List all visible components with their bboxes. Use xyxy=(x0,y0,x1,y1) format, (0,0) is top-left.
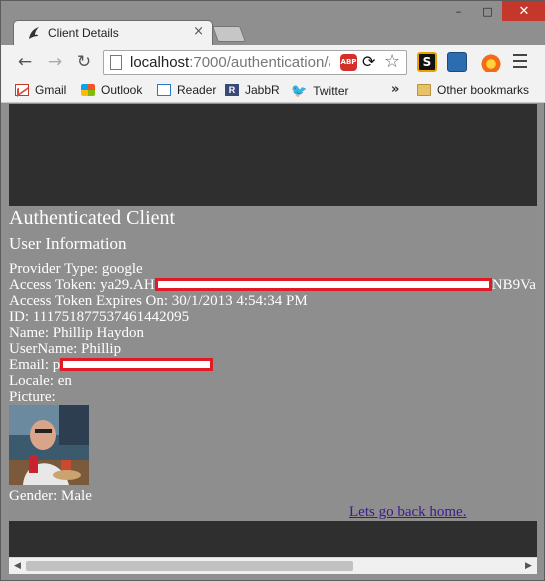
address-bar[interactable]: localhost:7000/authentication/a ABP ⟳ ☆ xyxy=(103,50,407,75)
reload-button[interactable]: ↻ xyxy=(74,52,94,72)
bookmark-label: JabbR xyxy=(245,83,280,97)
other-bookmarks-label: Other bookmarks xyxy=(437,83,530,97)
page-title: Authenticated Client xyxy=(9,207,176,229)
url-path: :7000/authentication/a xyxy=(189,54,330,71)
bookmark-gmail[interactable]: Gmail xyxy=(15,83,66,97)
tab-strip: Client Details × – □ ✕ xyxy=(1,1,545,46)
window-controls: – □ ✕ xyxy=(444,1,545,21)
footer-band xyxy=(9,521,537,557)
picture-label: Picture: xyxy=(9,389,56,405)
url-text: localhost:7000/authentication/a xyxy=(130,54,330,71)
tab-close-icon[interactable]: × xyxy=(193,24,204,39)
new-tab-button[interactable] xyxy=(212,26,246,42)
page-icon xyxy=(110,55,122,70)
access-token: Access Token: ya29.AH NB9Va xyxy=(9,277,536,293)
fire-extension-icon[interactable] xyxy=(481,52,501,72)
close-window-button[interactable]: ✕ xyxy=(502,1,545,21)
redaction-bar xyxy=(60,358,214,371)
bookmarks-bar: Gmail Outlook Reader R JabbR 🐦 Twitter »… xyxy=(1,79,545,103)
bookmark-label: Twitter xyxy=(313,84,349,98)
header-banner xyxy=(9,104,537,206)
adblock-icon[interactable]: ABP xyxy=(340,54,357,71)
forward-button[interactable]: → xyxy=(45,52,65,72)
maximize-button[interactable]: □ xyxy=(473,1,502,21)
bookmark-twitter[interactable]: 🐦 Twitter xyxy=(291,83,349,99)
sync-extension-icon[interactable]: ⟳ xyxy=(362,52,375,71)
browser-toolbar: ← → ↻ localhost:7000/authentication/a AB… xyxy=(1,45,545,79)
bookmark-star-icon[interactable]: ☆ xyxy=(384,51,400,72)
browser-window: Client Details × – □ ✕ ← → ↻ localhost:7… xyxy=(0,0,545,581)
user-username: UserName: Phillip xyxy=(9,341,122,357)
access-token-suffix: NB9Va xyxy=(491,277,536,293)
folder-icon xyxy=(417,84,431,96)
access-token-prefix: Access Token: ya29.AH xyxy=(9,277,155,293)
email-prefix: Email: p xyxy=(9,357,61,373)
user-gender: Gender: Male xyxy=(9,488,92,504)
screen-extension-icon[interactable] xyxy=(447,52,467,72)
tab-client-details[interactable]: Client Details × xyxy=(13,20,213,46)
user-locale: Locale: en xyxy=(9,373,72,389)
menu-icon[interactable] xyxy=(513,54,527,68)
section-title: User Information xyxy=(9,234,127,253)
page-content: Authenticated Client User Information Pr… xyxy=(9,104,537,557)
bookmark-reader[interactable]: Reader xyxy=(157,83,216,97)
provider-type: Provider Type: google xyxy=(9,261,143,277)
redaction-bar xyxy=(154,278,492,291)
bookmarks-overflow-icon[interactable]: » xyxy=(391,82,399,97)
scroll-left-icon[interactable]: ◀ xyxy=(9,558,26,574)
minimize-button[interactable]: – xyxy=(444,1,473,21)
bookmark-outlook[interactable]: Outlook xyxy=(81,83,142,97)
user-info-list: Provider Type: google Access Token: ya29… xyxy=(9,261,536,405)
user-id: ID: 111751877537461442095 xyxy=(9,309,190,325)
access-token-expires: Access Token Expires On: 30/1/2013 4:54:… xyxy=(9,293,308,309)
user-email: Email: p xyxy=(9,357,536,373)
bookmark-label: Gmail xyxy=(35,83,67,97)
gmail-icon xyxy=(15,84,29,96)
bookmark-label: Outlook xyxy=(101,83,143,97)
horizontal-scrollbar[interactable]: ◀ ▶ xyxy=(9,557,537,574)
scroll-right-icon[interactable]: ▶ xyxy=(520,558,537,574)
s-extension-icon[interactable]: S xyxy=(417,52,437,72)
jabbr-icon: R xyxy=(225,84,239,96)
bookmark-label: Reader xyxy=(177,83,217,97)
user-name: Name: Phillip Haydon xyxy=(9,325,144,341)
tab-title: Client Details xyxy=(48,26,119,40)
page-favicon-icon xyxy=(29,27,39,39)
profile-picture xyxy=(9,405,89,485)
twitter-bird-icon: 🐦 xyxy=(291,83,308,98)
back-button[interactable]: ← xyxy=(15,52,35,72)
url-host: localhost xyxy=(130,54,190,71)
windows-flag-icon xyxy=(81,84,95,96)
reader-icon xyxy=(157,84,171,96)
other-bookmarks[interactable]: Other bookmarks xyxy=(417,83,529,97)
home-link[interactable]: Lets go back home. xyxy=(349,504,466,520)
scrollbar-thumb[interactable] xyxy=(26,561,353,571)
bookmark-jabbr[interactable]: R JabbR xyxy=(225,83,280,97)
